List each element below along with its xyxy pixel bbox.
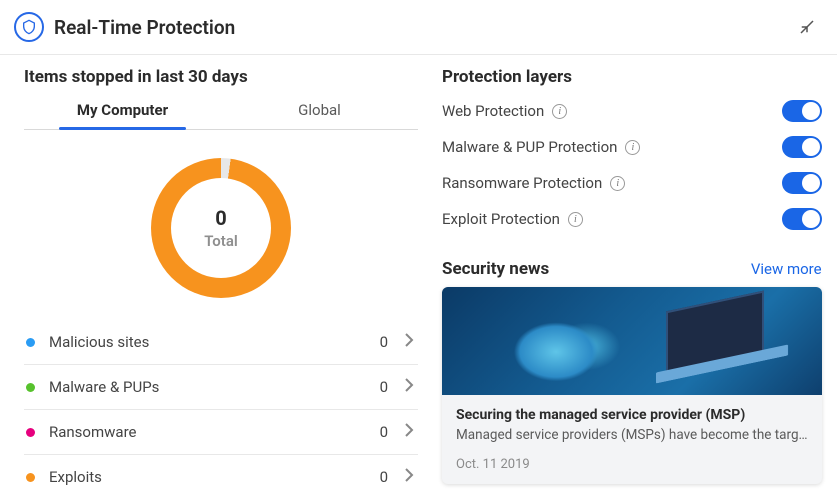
info-icon[interactable]: i (552, 104, 567, 119)
category-row-ransomware[interactable]: Ransomware 0 (24, 410, 418, 455)
tab-global[interactable]: Global (221, 93, 418, 129)
category-label: Ransomware (49, 423, 380, 441)
scope-tabs: My Computer Global (24, 93, 418, 130)
right-panel: Protection layers Web Protection i Malwa… (442, 67, 822, 499)
category-label: Exploits (49, 468, 380, 486)
security-news-title: Security news (442, 259, 549, 279)
items-stopped-panel: Items stopped in last 30 days My Compute… (24, 67, 418, 499)
items-stopped-title: Items stopped in last 30 days (24, 67, 418, 87)
donut-chart: 0 Total (24, 130, 418, 320)
info-icon[interactable]: i (610, 176, 625, 191)
layer-row-malware: Malware & PUP Protection i (442, 129, 822, 165)
category-dot (26, 338, 35, 347)
tab-label: Global (298, 101, 341, 119)
tab-my-computer[interactable]: My Computer (24, 93, 221, 129)
layer-label: Ransomware Protection (442, 174, 602, 192)
panel-header: Real-Time Protection (0, 0, 837, 55)
category-label: Malicious sites (49, 333, 380, 351)
chevron-right-icon (404, 467, 414, 487)
layer-row-exploit: Exploit Protection i (442, 201, 822, 237)
category-count: 0 (380, 468, 388, 486)
panel-title: Real-Time Protection (54, 16, 783, 39)
layer-label: Exploit Protection (442, 210, 560, 228)
collapse-button[interactable] (793, 13, 821, 41)
category-dot (26, 383, 35, 392)
news-card[interactable]: Securing the managed service provider (M… (442, 287, 822, 484)
news-date: Oct. 11 2019 (456, 457, 808, 472)
shield-icon (14, 12, 44, 42)
toggle-ransomware-protection[interactable] (782, 172, 822, 194)
info-icon[interactable]: i (625, 140, 640, 155)
layer-label: Malware & PUP Protection (442, 138, 617, 156)
category-row-exploits[interactable]: Exploits 0 (24, 455, 418, 499)
laptop-icon (656, 301, 788, 381)
collapse-icon (798, 18, 816, 36)
news-headline: Securing the managed service provider (M… (456, 407, 808, 423)
category-label: Malware & PUPs (49, 378, 380, 396)
tab-label: My Computer (77, 101, 168, 119)
donut-total-value: 0 (204, 206, 238, 230)
category-count: 0 (380, 333, 388, 351)
toggle-malware-protection[interactable] (782, 136, 822, 158)
donut-total-label: Total (204, 232, 238, 250)
toggle-web-protection[interactable] (782, 100, 822, 122)
protection-layers-title: Protection layers (442, 67, 822, 87)
info-icon[interactable]: i (568, 212, 583, 227)
category-row-malware-pups[interactable]: Malware & PUPs 0 (24, 365, 418, 410)
chevron-right-icon (404, 422, 414, 442)
toggle-exploit-protection[interactable] (782, 208, 822, 230)
category-row-malicious-sites[interactable]: Malicious sites 0 (24, 320, 418, 365)
layer-label: Web Protection (442, 102, 544, 120)
category-dot (26, 473, 35, 482)
layer-row-web: Web Protection i (442, 93, 822, 129)
news-image (442, 287, 822, 395)
view-more-link[interactable]: View more (751, 260, 822, 278)
layer-row-ransomware: Ransomware Protection i (442, 165, 822, 201)
category-count: 0 (380, 423, 388, 441)
chevron-right-icon (404, 332, 414, 352)
category-count: 0 (380, 378, 388, 396)
category-dot (26, 428, 35, 437)
news-description: Managed service providers (MSPs) have be… (456, 427, 808, 443)
chevron-right-icon (404, 377, 414, 397)
